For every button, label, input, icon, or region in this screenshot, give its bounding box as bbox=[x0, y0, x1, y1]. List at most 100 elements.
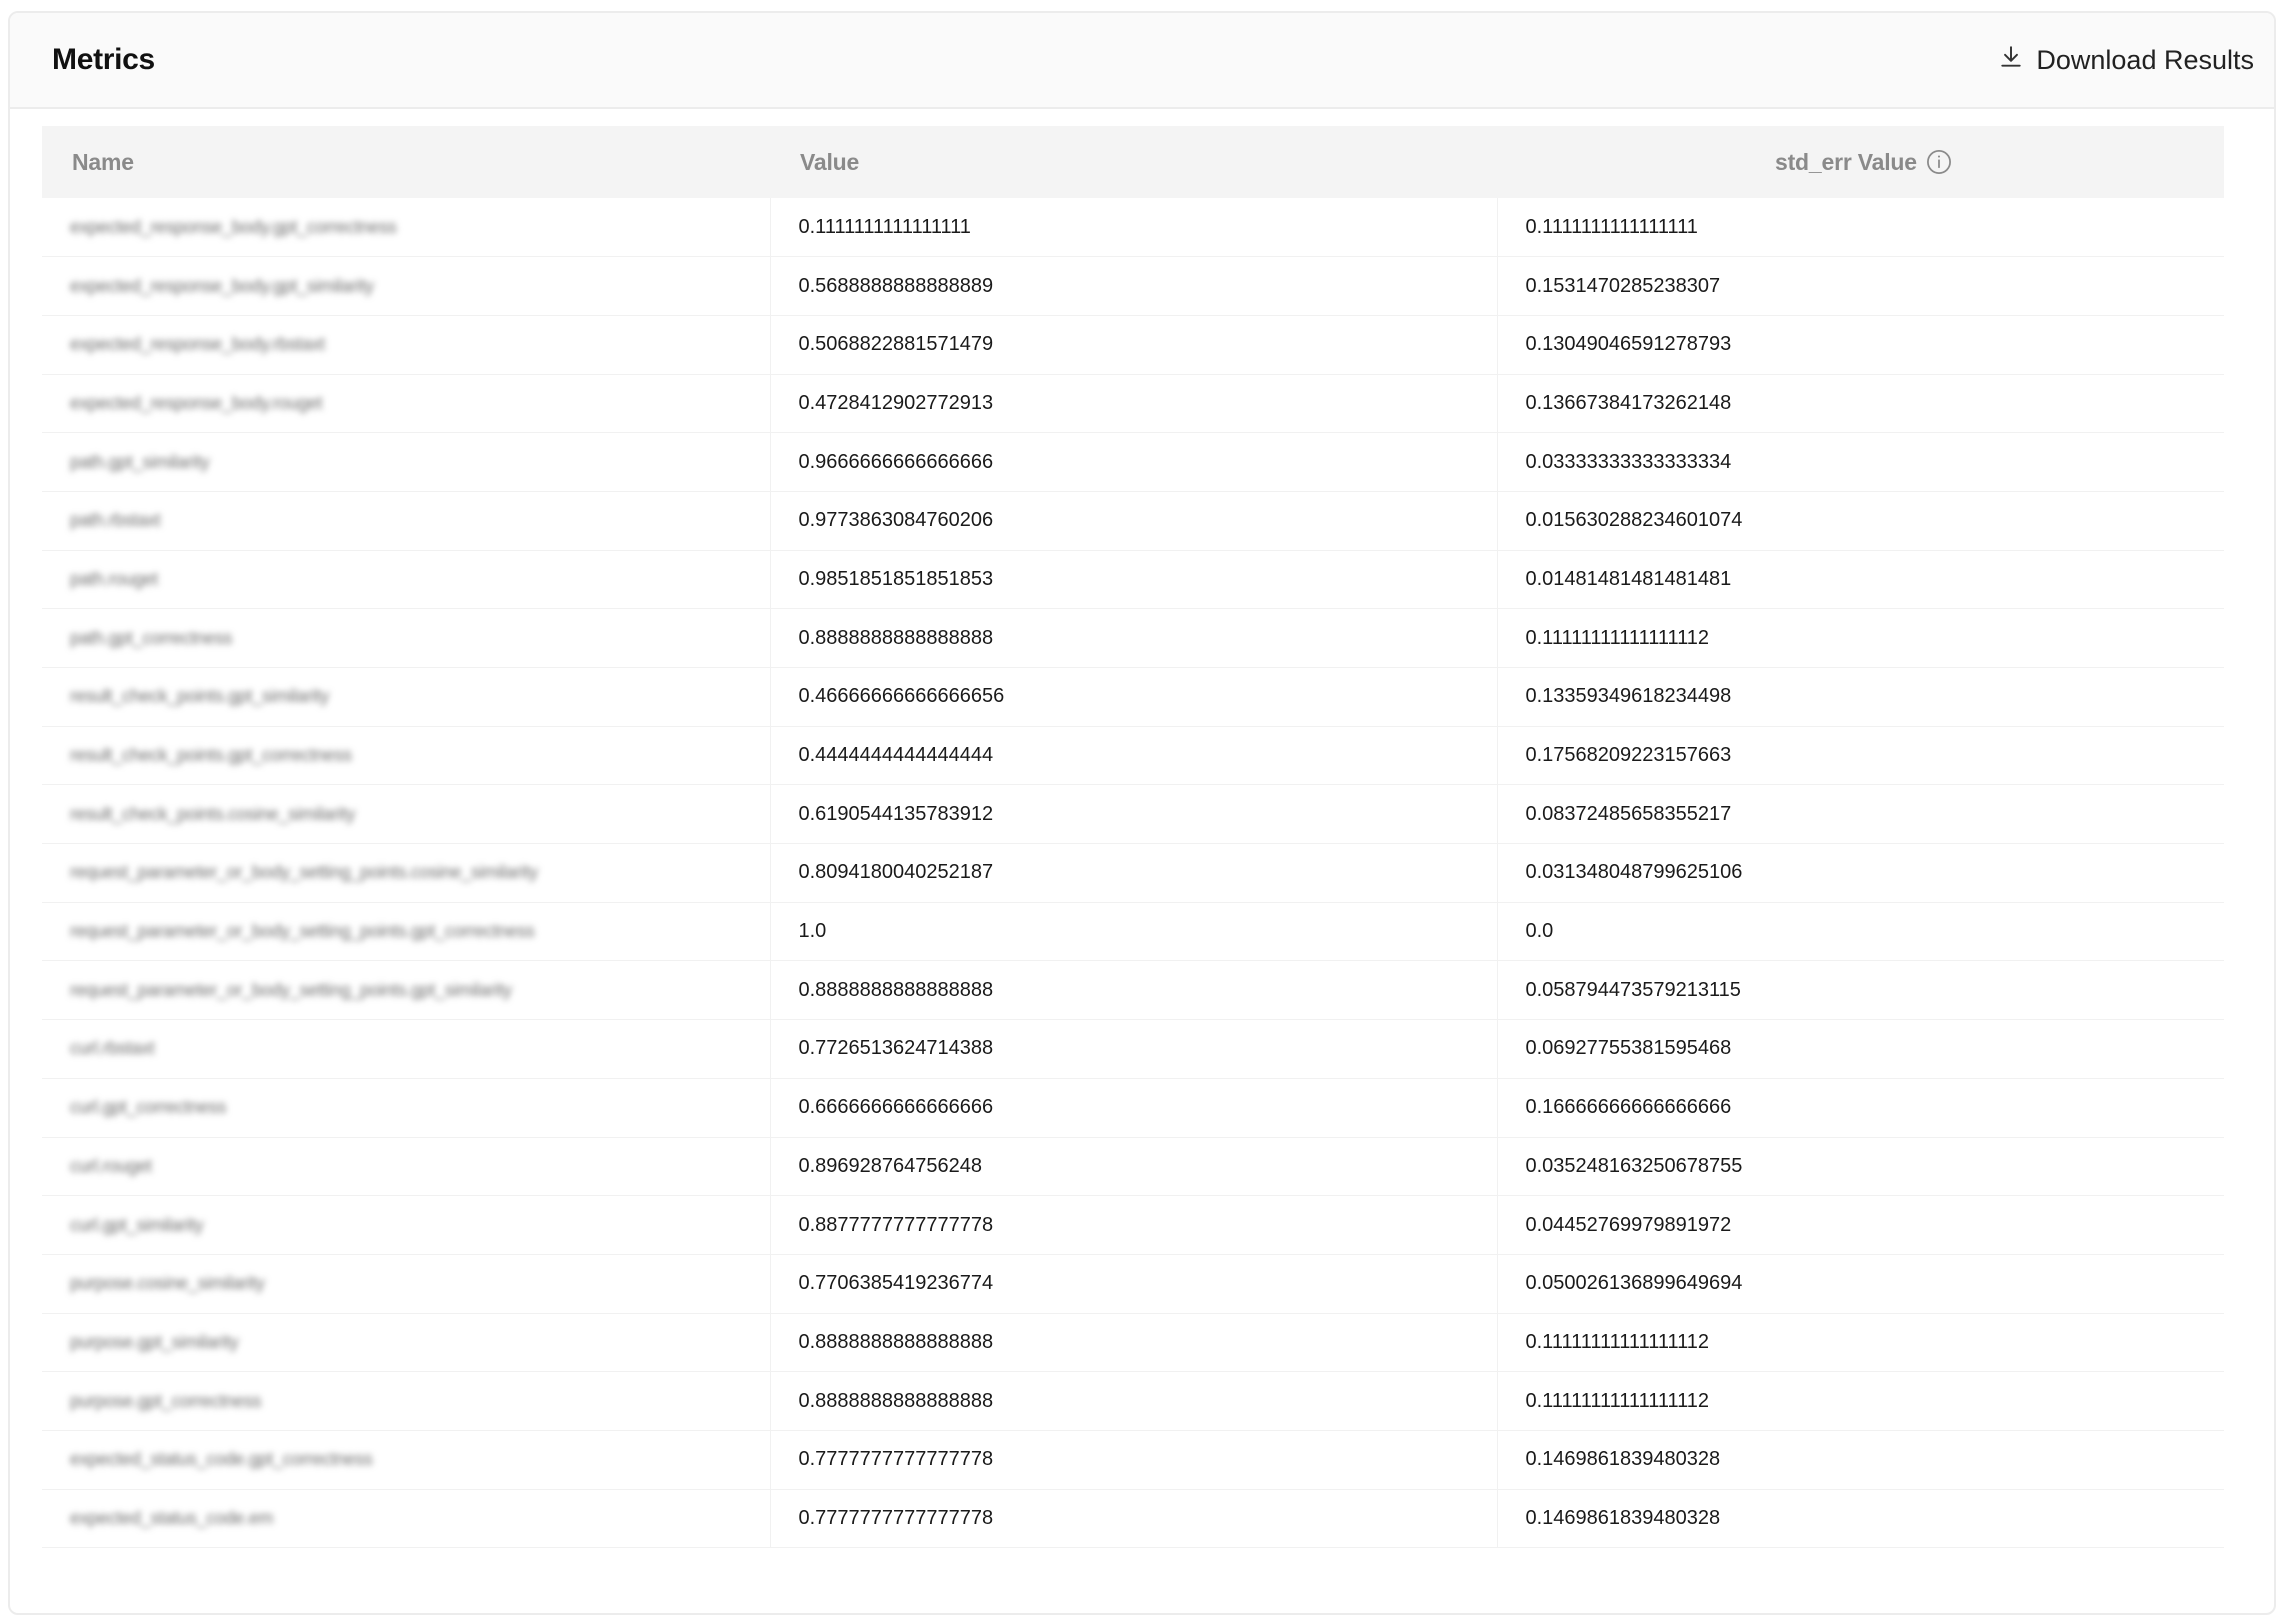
metric-name: path.gpt_correctness bbox=[70, 627, 233, 648]
metric-name: curl.rouget bbox=[70, 1155, 152, 1176]
metric-std-err: 0.16666666666666666 bbox=[1497, 1078, 2224, 1138]
metric-value: 0.9773863084760206 bbox=[770, 491, 1498, 551]
metric-name: request_parameter_or_body_setting_points… bbox=[70, 862, 538, 883]
metric-name: purpose.gpt_correctness bbox=[70, 1390, 262, 1411]
table-row: result_check_points.gpt_similarity 0.4666… bbox=[42, 667, 2224, 727]
table-row: purpose.cosine_similarity 0.7706385419236… bbox=[42, 1254, 2224, 1314]
metric-value: 0.8888888888888888 bbox=[770, 960, 1498, 1021]
metric-std-err: 0.13049046591278793 bbox=[1497, 315, 2224, 375]
metric-value: 0.5068822881571479 bbox=[770, 315, 1498, 375]
metric-name: expected_response_body.rbstaxt bbox=[70, 334, 325, 355]
table-row: result_check_points.gpt_correctness 0.444… bbox=[42, 726, 2224, 786]
metric-std-err: 0.031348048799625106 bbox=[1497, 843, 2224, 903]
column-header-value[interactable]: Value bbox=[770, 126, 1497, 198]
metric-value: 0.8888888888888888 bbox=[770, 1313, 1498, 1373]
table-row: expected_response_body.gpt_similarity 0.5… bbox=[42, 256, 2224, 316]
metric-name-cell: path.rouget bbox=[42, 550, 771, 610]
metric-name: curl.rbstaxt bbox=[70, 1038, 155, 1059]
metrics-table-wrapper: Name Value std_err Value expected_respon… bbox=[42, 126, 2224, 1549]
metric-name: expected_response_body.gpt_similarity bbox=[70, 275, 374, 296]
metric-std-err: 0.13359349618234498 bbox=[1497, 667, 2224, 727]
table-row: expected_status_code.em 0.777777777777777… bbox=[42, 1489, 2224, 1549]
table-row: result_check_points.cosine_similarity 0.6… bbox=[42, 784, 2224, 845]
metric-name-cell: result_check_points.gpt_similarity bbox=[42, 667, 771, 727]
table-row: request_parameter_or_body_setting_points… bbox=[42, 902, 2224, 962]
metric-value: 1.0 bbox=[770, 902, 1498, 962]
metric-name: path.gpt_similarity bbox=[70, 451, 210, 472]
metric-value: 0.8888888888888888 bbox=[770, 608, 1498, 668]
metric-value: 0.9851851851851853 bbox=[770, 550, 1498, 610]
metric-name: expected_status_code.gpt_correctness bbox=[70, 1449, 373, 1470]
metric-name-cell: expected_status_code.gpt_correctness bbox=[42, 1430, 771, 1490]
download-results-button[interactable]: Download Results bbox=[1998, 36, 2254, 85]
table-row: expected_status_code.gpt_correctness 0.77… bbox=[42, 1430, 2224, 1490]
metric-std-err: 0.13667384173262148 bbox=[1497, 374, 2224, 434]
metric-std-err: 0.1111111111111111 bbox=[1497, 198, 2224, 258]
metric-name: expected_status_code.em bbox=[70, 1507, 274, 1528]
metric-name: request_parameter_or_body_setting_points… bbox=[70, 921, 535, 942]
download-results-label: Download Results bbox=[2036, 44, 2254, 75]
metric-name: request_parameter_or_body_setting_points… bbox=[70, 979, 512, 1000]
metric-name-cell: purpose.gpt_similarity bbox=[42, 1313, 771, 1373]
metrics-table-body: expected_response_body.gpt_correctness 0.… bbox=[42, 198, 2224, 1549]
table-row: path.rbstaxt 0.9773863084760206 0.01563028… bbox=[42, 491, 2224, 551]
table-row: path.gpt_correctness 0.8888888888888888 0.… bbox=[42, 608, 2224, 668]
metric-name-cell: purpose.gpt_correctness bbox=[42, 1371, 771, 1431]
metric-name-cell: result_check_points.gpt_correctness bbox=[42, 726, 771, 786]
page-title: Metrics bbox=[52, 43, 155, 76]
metric-value: 0.46666666666666656 bbox=[770, 667, 1498, 727]
metric-value: 0.6190544135783912 bbox=[770, 784, 1498, 845]
metric-std-err: 0.0 bbox=[1497, 902, 2224, 962]
metric-std-err: 0.11111111111111112 bbox=[1497, 608, 2224, 668]
metric-value: 0.8888888888888888 bbox=[770, 1371, 1498, 1431]
metric-value: 0.5688888888888889 bbox=[770, 256, 1498, 316]
table-row: purpose.gpt_correctness 0.888888888888888… bbox=[42, 1371, 2224, 1431]
table-row: curl.gpt_similarity 0.8877777777777778 0.0… bbox=[42, 1195, 2224, 1255]
column-header-name[interactable]: Name bbox=[42, 126, 770, 198]
metric-name-cell: curl.gpt_similarity bbox=[42, 1195, 771, 1255]
info-icon[interactable] bbox=[1925, 148, 1953, 176]
download-icon bbox=[1998, 44, 2024, 77]
table-row: expected_response_body.rbstaxt 0.50688228… bbox=[42, 315, 2224, 375]
metric-std-err: 0.11111111111111112 bbox=[1497, 1313, 2224, 1373]
metric-value: 0.1111111111111111 bbox=[770, 198, 1498, 258]
metrics-table: Name Value std_err Value expected_respon… bbox=[42, 126, 2224, 1549]
metric-std-err: 0.050026136899649694 bbox=[1497, 1254, 2224, 1314]
metric-name-cell: path.rbstaxt bbox=[42, 491, 771, 551]
metric-name-cell: expected_response_body.rouget bbox=[42, 374, 771, 434]
metric-name-cell: curl.rbstaxt bbox=[42, 1019, 771, 1079]
metric-name-cell: expected_response_body.gpt_correctness bbox=[42, 198, 771, 258]
table-row: path.rouget 0.9851851851851853 0.014814814… bbox=[42, 550, 2224, 610]
column-header-std-err[interactable]: std_err Value bbox=[1497, 126, 2224, 198]
panel-header: Metrics Download Results bbox=[10, 13, 2274, 109]
metric-value: 0.7706385419236774 bbox=[770, 1254, 1498, 1314]
metric-name-cell: request_parameter_or_body_setting_points… bbox=[42, 843, 771, 903]
table-row: expected_response_body.rouget 0.472841290… bbox=[42, 374, 2224, 434]
table-row: curl.rbstaxt 0.7726513624714388 0.06927755… bbox=[42, 1019, 2224, 1079]
metric-name-cell: request_parameter_or_body_setting_points… bbox=[42, 960, 771, 1021]
table-row: path.gpt_similarity 0.9666666666666666 0.0… bbox=[42, 432, 2224, 492]
metric-std-err: 0.035248163250678755 bbox=[1497, 1137, 2224, 1197]
metric-value: 0.7726513624714388 bbox=[770, 1019, 1498, 1079]
metric-name-cell: path.gpt_similarity bbox=[42, 432, 771, 492]
table-row: purpose.gpt_similarity 0.8888888888888888… bbox=[42, 1313, 2224, 1373]
metric-name-cell: expected_response_body.gpt_similarity bbox=[42, 256, 771, 316]
metric-value: 0.8877777777777778 bbox=[770, 1195, 1498, 1255]
metric-name: expected_response_body.gpt_correctness bbox=[70, 216, 397, 237]
metric-value: 0.7777777777777778 bbox=[770, 1430, 1498, 1490]
metric-name: purpose.gpt_similarity bbox=[70, 1331, 239, 1352]
metric-std-err: 0.08372485658355217 bbox=[1497, 784, 2224, 845]
metric-name-cell: purpose.cosine_similarity bbox=[42, 1254, 771, 1314]
metric-value: 0.4444444444444444 bbox=[770, 726, 1498, 786]
table-row: request_parameter_or_body_setting_points… bbox=[42, 960, 2224, 1021]
metric-value: 0.7777777777777778 bbox=[770, 1489, 1498, 1549]
metric-name: result_check_points.gpt_correctness bbox=[70, 745, 352, 766]
metric-std-err: 0.06927755381595468 bbox=[1497, 1019, 2224, 1079]
metric-name-cell: expected_status_code.em bbox=[42, 1489, 771, 1549]
metric-std-err: 0.058794473579213115 bbox=[1497, 960, 2224, 1021]
metric-name-cell: path.gpt_correctness bbox=[42, 608, 771, 668]
table-row: curl.gpt_correctness 0.6666666666666666 0.… bbox=[42, 1078, 2224, 1138]
metric-name: result_check_points.gpt_similarity bbox=[70, 686, 329, 707]
metric-name-cell: curl.gpt_correctness bbox=[42, 1078, 771, 1138]
metric-value: 0.6666666666666666 bbox=[770, 1078, 1498, 1138]
